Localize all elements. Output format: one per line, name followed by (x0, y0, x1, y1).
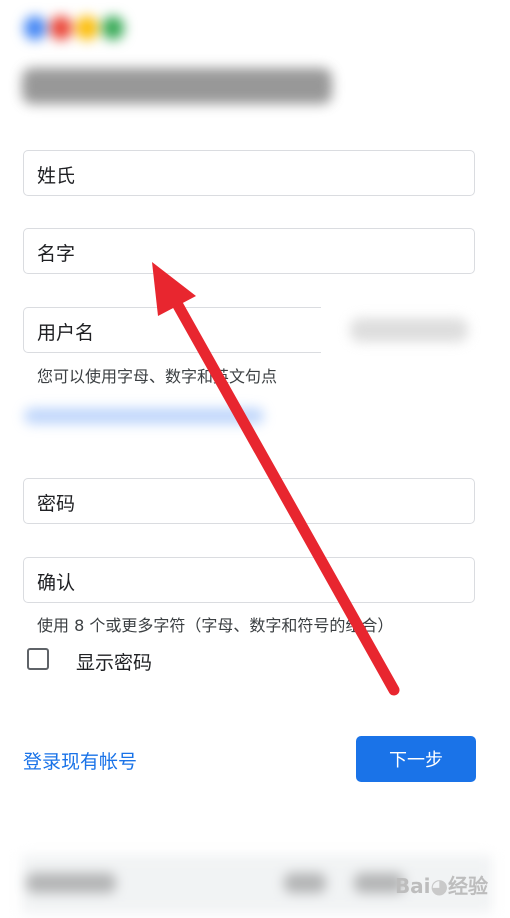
annotation-arrow-icon (152, 262, 400, 696)
